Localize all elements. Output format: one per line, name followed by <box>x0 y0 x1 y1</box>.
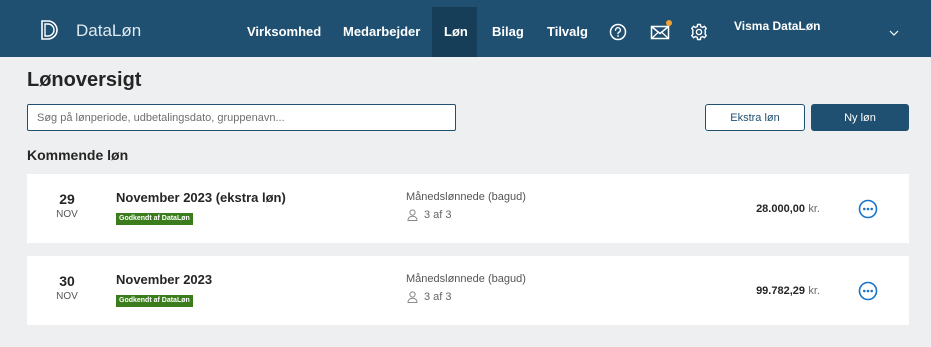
search-input[interactable] <box>27 104 456 131</box>
section-title-upcoming: Kommende løn <box>27 147 129 163</box>
nav-item-virksomhed[interactable]: Virksomhed <box>247 24 321 39</box>
nav-item-medarbejder[interactable]: Medarbejder <box>343 24 420 39</box>
person-icon <box>407 209 418 221</box>
status-badge: Godkendt af DataLøn <box>116 295 193 307</box>
payrun-amount: 99.782,29 <box>756 285 805 297</box>
page-title: Lønoversigt <box>27 69 142 91</box>
nav-item-tilvalg[interactable]: Tilvalg <box>547 24 588 39</box>
payrun-day: 30 <box>59 273 75 289</box>
notification-dot <box>666 20 672 26</box>
app-brand-name[interactable]: DataLøn <box>76 21 141 41</box>
employee-count: 3 af 3 <box>424 209 452 221</box>
payrun-title[interactable]: November 2023 (ekstra løn) <box>116 190 286 205</box>
payrun-group: Månedslønnede (bagud) <box>406 273 526 285</box>
payrun-group: Månedslønnede (bagud) <box>406 191 526 203</box>
nav-item-bilag[interactable]: Bilag <box>492 24 524 39</box>
new-payroll-button[interactable]: Ny løn <box>811 104 909 131</box>
payrun-day: 29 <box>59 191 75 207</box>
top-navigation-bar: DataLøn Virksomhed Medarbejder Løn Bilag… <box>0 0 931 57</box>
payrun-card[interactable]: 29 NOV November 2023 (ekstra løn) Godken… <box>27 174 909 243</box>
datalon-logo-icon[interactable] <box>38 19 58 41</box>
currency-unit: kr. <box>808 203 820 215</box>
payrun-month: NOV <box>56 209 78 220</box>
status-badge: Godkendt af DataLøn <box>116 213 193 225</box>
currency-unit: kr. <box>808 285 820 297</box>
nav-item-lon[interactable]: Løn <box>444 24 468 39</box>
person-icon <box>407 291 418 303</box>
payrun-month: NOV <box>56 291 78 302</box>
chevron-down-icon[interactable] <box>889 30 899 36</box>
employee-count: 3 af 3 <box>424 291 452 303</box>
payrun-title[interactable]: November 2023 <box>116 272 212 287</box>
payrun-amount: 28.000,00 <box>756 203 805 215</box>
account-menu-label[interactable]: Visma DataLøn <box>734 19 820 33</box>
payrun-card[interactable]: 30 NOV November 2023 Godkendt af DataLøn… <box>27 256 909 325</box>
help-icon[interactable] <box>609 23 627 41</box>
settings-gear-icon[interactable] <box>690 23 708 41</box>
more-options-icon[interactable] <box>858 281 878 301</box>
extra-payroll-button[interactable]: Ekstra løn <box>705 104 805 131</box>
more-options-icon[interactable] <box>858 199 878 219</box>
